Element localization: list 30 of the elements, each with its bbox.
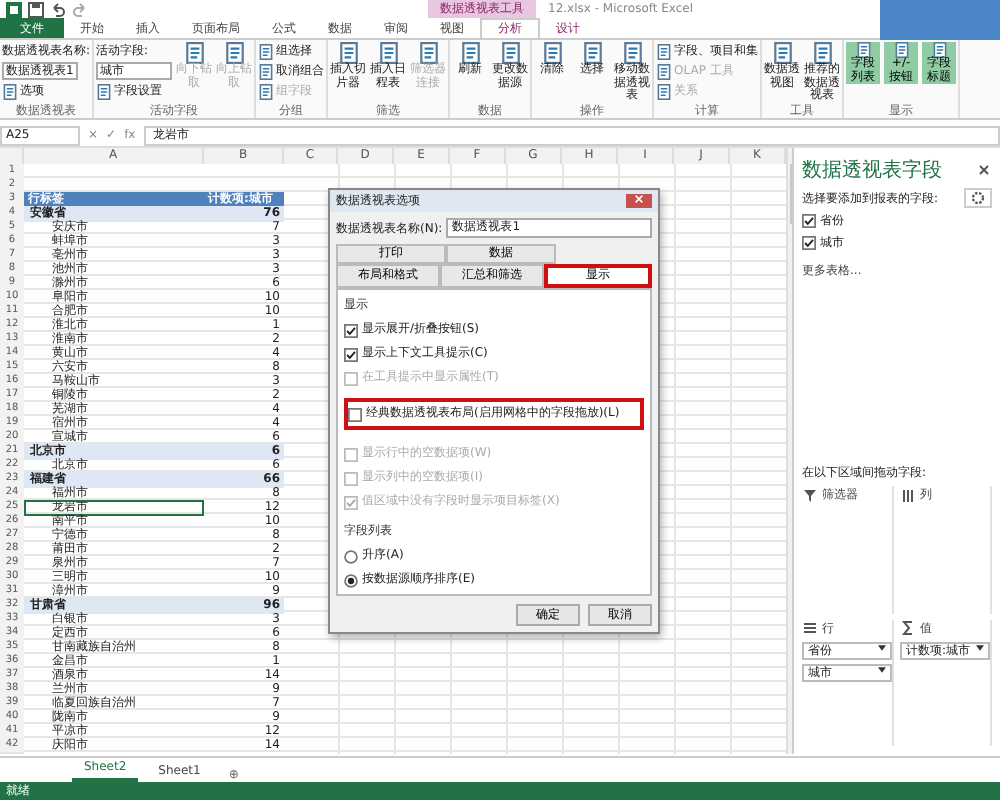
scrollbar[interactable] [786,148,792,754]
filter-icon [802,487,818,503]
close-button[interactable] [626,194,652,208]
close-icon [634,194,644,204]
columns-icon [900,487,916,503]
document-icon [656,63,673,79]
sum-icon [900,620,916,636]
title-bar-block [880,0,1000,40]
settings-button[interactable] [964,188,992,208]
checkbox[interactable] [802,236,816,250]
close-icon[interactable] [976,162,992,178]
document-icon [656,43,673,59]
document-icon [656,83,673,99]
radio-button[interactable] [344,573,358,587]
document-icon [258,83,275,99]
pane-title: 数据透视表字段 [802,157,942,184]
document-icon [258,43,275,59]
checkbox[interactable] [802,214,816,228]
radio-button[interactable] [344,549,358,563]
checkbox[interactable] [344,347,358,361]
undo-icon[interactable] [50,1,66,17]
dropdown-arrow-icon [976,643,984,651]
dropdown-arrow-icon [878,665,886,673]
document-icon [96,83,113,99]
document-icon [258,63,275,79]
dropdown-arrow-icon [878,643,886,651]
rows-icon [802,620,818,636]
save-icon[interactable] [28,1,44,17]
checkbox[interactable] [344,323,358,337]
checkbox[interactable] [348,407,362,421]
